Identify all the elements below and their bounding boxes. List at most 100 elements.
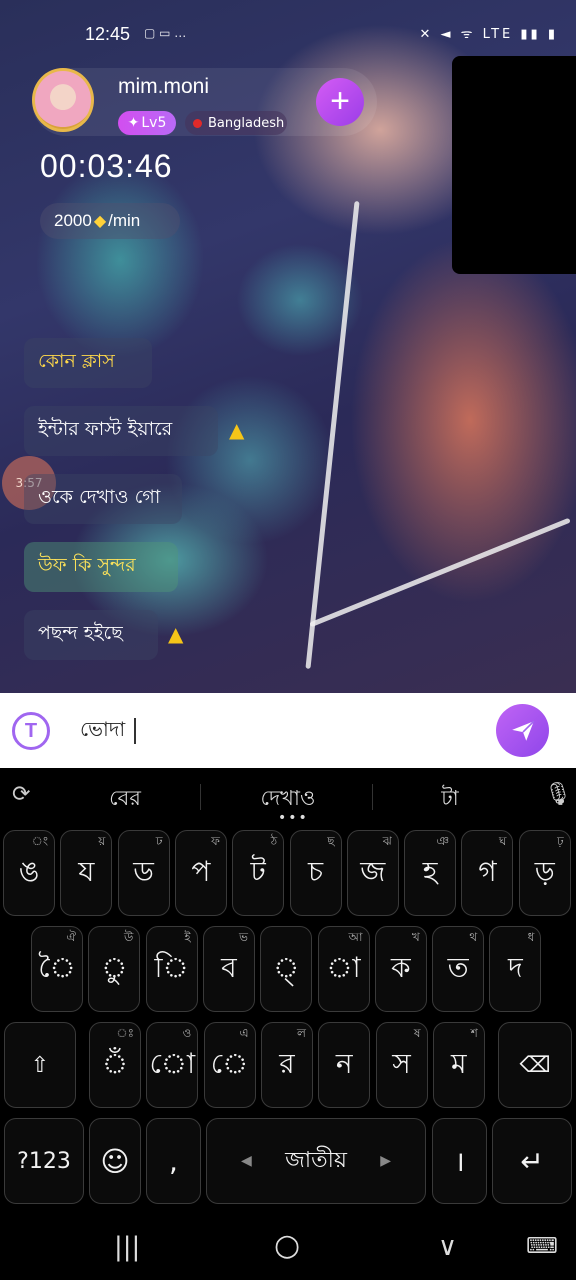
video-feed: 12:45 ▢ ▭ … ✕ ◄ ᯤ LTE ▮▮ ▮ mim.moni ✦ Lv… <box>0 0 576 693</box>
chat-message: উফ কি সুন্দর <box>24 542 178 592</box>
key-hint: ঞ <box>436 834 450 848</box>
key-row3-2[interactable]: ে এ <box>203 1022 256 1108</box>
chat-message: পছন্দ হইছে <box>24 610 158 660</box>
key-row3-4[interactable]: ন <box>318 1022 371 1108</box>
key-row3-5[interactable]: সষ <box>375 1022 428 1108</box>
key-label: জ <box>360 854 386 888</box>
suggestion-1[interactable]: বের <box>60 782 190 817</box>
key-hint: ই <box>184 930 191 944</box>
key-label: ড় <box>534 854 555 888</box>
key-row1-5[interactable]: চছ <box>289 830 342 916</box>
key-row2-5[interactable]: া আ <box>317 926 370 1012</box>
more-suggestions-icon[interactable]: ••• <box>278 810 309 826</box>
key-row3-6[interactable]: মশ <box>432 1022 485 1108</box>
comma-key[interactable]: , <box>146 1118 201 1204</box>
key-row2-1[interactable]: ু উ <box>88 926 141 1012</box>
warning-icon[interactable]: ▲ <box>168 622 183 646</box>
send-icon <box>511 720 534 741</box>
period-key[interactable]: । <box>432 1118 487 1204</box>
diamond-icon: ◆ <box>93 213 107 230</box>
call-timer: 00:03:46 <box>40 148 173 184</box>
host-avatar[interactable] <box>32 68 94 132</box>
backspace-key[interactable]: ⌫ <box>498 1022 572 1108</box>
key-row1-6[interactable]: জঝ <box>346 830 399 916</box>
key-hint: ধ <box>527 930 535 944</box>
follow-button[interactable]: + <box>316 78 364 126</box>
earphone-cable <box>305 201 360 669</box>
key-hint: য় <box>98 834 106 848</box>
status-time: 12:45 <box>85 24 131 44</box>
key-row1-3[interactable]: পফ <box>174 830 227 916</box>
key-label: গ <box>478 854 497 888</box>
key-label: ি <box>154 950 189 984</box>
space-left-arrow-icon: ◀ <box>241 1153 252 1169</box>
key-row1-7[interactable]: হঞ <box>404 830 457 916</box>
chat-message: কোন ক্লাস <box>24 338 152 388</box>
key-label: র <box>279 1046 295 1080</box>
key-hint: উ <box>123 930 134 944</box>
key-label: ড <box>133 854 154 888</box>
key-label: ্ <box>273 950 300 984</box>
key-row2-2[interactable]: ি ই <box>145 926 198 1012</box>
key-label: ট <box>250 854 266 888</box>
level-text: Lv5 <box>141 115 167 131</box>
warning-icon[interactable]: ▲ <box>229 418 244 442</box>
recents-button[interactable]: ||| <box>114 1232 140 1262</box>
key-hint: ঘ <box>498 834 507 848</box>
key-row2-0[interactable]: ৈ ঐ <box>31 926 83 1012</box>
key-hint: ভ <box>238 930 248 944</box>
key-label: ৈ <box>38 950 76 984</box>
key-hint: ঢ় <box>557 834 564 848</box>
key-row1-0[interactable]: ঙং <box>3 830 55 916</box>
key-hint: ও <box>182 1026 192 1040</box>
key-label: ন <box>335 1046 353 1080</box>
suggestion-3[interactable]: টা <box>390 782 510 817</box>
key-label: ব <box>221 950 237 984</box>
notification-icons: ▢ ▭ … <box>144 26 187 40</box>
message-input-bar: T <box>0 693 576 768</box>
key-row3-1[interactable]: ো ও <box>146 1022 199 1108</box>
send-button[interactable] <box>496 704 549 757</box>
key-row3-3[interactable]: রল <box>260 1022 313 1108</box>
keyboard-tools-icon[interactable]: ⟳ <box>12 782 30 807</box>
enter-key[interactable]: ↵ <box>492 1118 572 1204</box>
key-row2-4[interactable]: ্ <box>260 926 313 1012</box>
key-row1-1[interactable]: য য় <box>60 830 113 916</box>
key-row2-7[interactable]: তথ <box>432 926 485 1012</box>
key-label: া <box>326 950 361 984</box>
key-hint: ফ <box>211 834 220 848</box>
symbols-key[interactable]: ?123 <box>4 1118 84 1204</box>
back-button[interactable]: ∨ <box>438 1232 457 1262</box>
host-name: mim.moni <box>118 75 210 98</box>
key-row3-0[interactable]: ঁঃ <box>89 1022 141 1108</box>
key-row2-8[interactable]: দধ <box>489 926 542 1012</box>
emoji-key[interactable]: ☺ <box>89 1118 141 1204</box>
key-row1-2[interactable]: ডঢ <box>117 830 170 916</box>
message-input[interactable] <box>80 715 460 747</box>
key-row1-9[interactable]: ড় ঢ় <box>518 830 571 916</box>
key-row1-4[interactable]: টঠ <box>232 830 285 916</box>
key-hint: ং <box>31 834 48 848</box>
key-row2-3[interactable]: বভ <box>202 926 255 1012</box>
keyboard-switch-button[interactable]: ⌨ <box>526 1234 558 1259</box>
microphone-icon[interactable]: 🎙 <box>544 782 572 807</box>
key-label: য <box>78 854 95 888</box>
space-key[interactable]: ◀ জাতীয় ▶ <box>206 1118 426 1204</box>
suggestion-divider <box>200 784 201 810</box>
key-label: ম <box>451 1046 467 1080</box>
key-row2-6[interactable]: কখ <box>374 926 427 1012</box>
shift-key[interactable]: ⇧ <box>4 1022 76 1108</box>
translate-icon[interactable]: T <box>12 712 50 750</box>
key-label: স <box>392 1046 411 1080</box>
self-camera-preview[interactable] <box>452 56 576 274</box>
key-hint: ঝ <box>382 834 392 848</box>
flag-icon <box>193 118 202 128</box>
key-hint: ষ <box>413 1026 421 1040</box>
chat-message-text: ওকে দেখাও গো <box>38 486 161 508</box>
text-caret <box>134 718 136 744</box>
home-button[interactable]: ○ <box>274 1228 300 1263</box>
key-hint: থ <box>469 930 478 944</box>
key-row1-8[interactable]: গঘ <box>461 830 514 916</box>
level-star-icon: ✦ <box>127 115 140 131</box>
key-hint: ঐ <box>66 930 76 944</box>
